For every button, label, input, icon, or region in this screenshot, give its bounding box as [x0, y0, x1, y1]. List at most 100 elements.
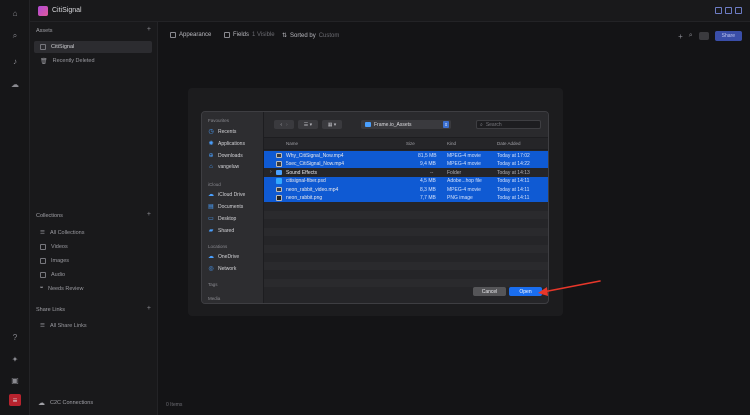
- users-icon[interactable]: [698, 32, 709, 40]
- chevron-left-icon[interactable]: ‹: [280, 122, 282, 128]
- clock-icon: ◷: [208, 129, 214, 135]
- dialog-item-label: iCloud Drive: [218, 191, 246, 198]
- dialog-item-icloud-drive[interactable]: ☁ iCloud Drive: [208, 191, 246, 199]
- cancel-button[interactable]: Cancel: [473, 287, 506, 296]
- file-kind: Adobe...hop file: [447, 178, 482, 184]
- video-file-icon: [276, 186, 282, 192]
- file-row[interactable]: neon_rabbit.png 7,7 MB PNG image Today a…: [264, 193, 548, 202]
- dialog-item-applications[interactable]: ✺ Applications: [208, 140, 244, 148]
- dialog-item-shared[interactable]: ▰ Shared: [208, 227, 235, 235]
- sidebar-item-audio[interactable]: Audio: [34, 269, 152, 281]
- column-kind[interactable]: Kind: [447, 141, 456, 146]
- empty-row: [264, 236, 548, 245]
- dialog-item-documents[interactable]: ▤ Documents: [208, 203, 243, 211]
- cloud-icon: ☁: [208, 254, 214, 260]
- sidebar-item-videos[interactable]: Videos: [34, 241, 152, 253]
- file-row[interactable]: neon_rabbit_video.mp4 8,3 MB MPEG-4 movi…: [264, 185, 548, 194]
- dialog-item-label: Shared: [218, 227, 235, 234]
- file-size: 8,3 MB: [420, 186, 436, 193]
- file-date: Today at 14:22: [497, 161, 530, 167]
- folder-icon: [276, 169, 282, 175]
- dialog-item-onedrive[interactable]: ☁ OneDrive: [208, 253, 239, 261]
- file-row[interactable]: Why_CitiSignal_Now.mp4 81,5 MB MPEG-4 mo…: [264, 151, 548, 160]
- inspector-toggle-icon[interactable]: [735, 7, 742, 14]
- list-view-button[interactable]: ☰ ▾: [298, 120, 318, 129]
- file-row[interactable]: › Sound Effects -- Folder Today at 14:13: [264, 168, 548, 177]
- add-share-link-icon[interactable]: +: [147, 305, 151, 312]
- video-icon: [40, 244, 46, 250]
- dialog-item-label: Desktop: [218, 215, 237, 222]
- back-forward-buttons[interactable]: ‹ ›: [274, 120, 294, 129]
- file-size: 9,4 MB: [420, 161, 436, 167]
- column-date-added[interactable]: Date Added: [497, 141, 521, 146]
- help-icon[interactable]: ?: [9, 331, 21, 343]
- sort-value: Custom: [318, 32, 340, 39]
- dialog-item-desktop[interactable]: ▭ Desktop: [208, 215, 237, 223]
- sidebar-toggle-icon[interactable]: [715, 7, 722, 14]
- review-icon: ❝: [40, 286, 43, 292]
- tags-header: Tags: [208, 282, 218, 287]
- dialog-toolbar: ‹ › ☰ ▾ ▦ ▾ Frame.io_Assets ⇕ ⌕: [264, 112, 548, 138]
- disclosure-chevron-icon[interactable]: ›: [270, 169, 272, 175]
- sort-label: Sorted by: [290, 32, 316, 39]
- sidebar-item-recently-deleted[interactable]: 🗑 Recently Deleted: [34, 55, 152, 67]
- dialog-item-home[interactable]: ⌂ vangeluw: [208, 164, 239, 170]
- empty-row: [264, 210, 548, 219]
- bell-icon[interactable]: ♪: [9, 55, 21, 67]
- share-button[interactable]: Share: [714, 31, 742, 41]
- home-icon: ⌂: [209, 164, 213, 170]
- dialog-item-downloads[interactable]: ⊕ Downloads: [208, 152, 242, 160]
- appearance-label: Appearance: [179, 32, 212, 38]
- sidebar-item-citisignal[interactable]: CitiSignal: [34, 41, 152, 53]
- c2c-connections[interactable]: ☁ C2C Connections: [38, 399, 93, 407]
- add-asset-icon[interactable]: +: [147, 26, 151, 33]
- location-label: Frame.io_Assets: [374, 121, 412, 128]
- dialog-item-network[interactable]: ◎ Network: [208, 265, 236, 273]
- file-name: neon_rabbit_video.mp4: [286, 186, 339, 193]
- search-icon[interactable]: ⌕: [9, 30, 21, 42]
- sidebar: Assets + CitiSignal 🗑 Recently Deleted C…: [30, 22, 158, 415]
- inbox-icon[interactable]: ▣: [9, 374, 21, 386]
- add-collection-icon[interactable]: +: [147, 211, 151, 218]
- lightbulb-icon[interactable]: ✦: [9, 353, 21, 365]
- file-name: neon_rabbit.png: [286, 195, 323, 201]
- appearance-button[interactable]: Appearance: [170, 32, 211, 38]
- empty-row: [264, 270, 548, 279]
- icloud-header: iCloud: [208, 182, 221, 187]
- sidebar-item-label: Images: [51, 258, 70, 264]
- sidebar-item-needs-review[interactable]: ❝ Needs Review: [34, 283, 152, 295]
- search-icon[interactable]: ⌕: [689, 32, 693, 40]
- column-name[interactable]: Name: [286, 141, 298, 146]
- add-icon[interactable]: +: [678, 32, 683, 41]
- file-date: Today at 17:02: [497, 152, 530, 159]
- empty-row: [264, 227, 548, 236]
- appearance-icon: [170, 32, 176, 38]
- sidebar-item-images[interactable]: Images: [34, 255, 152, 267]
- sidebar-item-label: Needs Review: [47, 286, 84, 292]
- project-icon: [40, 44, 46, 50]
- file-row[interactable]: citisignal-fiber.psd 4,5 MB Adobe...hop …: [264, 176, 548, 185]
- sidebar-item-all-collections[interactable]: ☰ All Collections: [34, 227, 152, 239]
- file-row[interactable]: 5sec_CitiSignal_Now.mp4 9,4 MB MPEG-4 mo…: [264, 159, 548, 168]
- location-dropdown[interactable]: Frame.io_Assets ⇕: [361, 120, 451, 129]
- search-input[interactable]: [485, 121, 536, 128]
- dialog-search[interactable]: ⌕: [476, 120, 541, 129]
- empty-row: [264, 219, 548, 228]
- fields-label: Fields: [233, 32, 250, 38]
- account-icon[interactable]: ≡: [9, 394, 21, 406]
- split-view-icon[interactable]: [725, 7, 732, 14]
- cloud-icon[interactable]: ☁: [9, 78, 21, 90]
- home-icon[interactable]: ⌂: [9, 7, 21, 19]
- empty-row: [264, 278, 548, 287]
- sort-button[interactable]: ⇅ Sorted by Custom: [282, 32, 340, 40]
- sidebar-item-all-share-links[interactable]: ☰ All Share Links: [34, 320, 152, 332]
- column-size[interactable]: Size: [406, 141, 415, 146]
- chevron-right-icon[interactable]: ›: [286, 122, 288, 128]
- annotation-arrow: [538, 280, 601, 296]
- psd-file-icon: [276, 178, 282, 184]
- fields-button[interactable]: Fields 1 Visible: [224, 32, 275, 38]
- grid-view-button[interactable]: ▦ ▾: [322, 120, 342, 129]
- main-toolbar: Appearance Fields 1 Visible ⇅ Sorted by …: [158, 28, 750, 44]
- toolbar-actions: + ⌕ Share: [678, 31, 742, 41]
- dialog-item-recents[interactable]: ◷ Recents: [208, 128, 236, 136]
